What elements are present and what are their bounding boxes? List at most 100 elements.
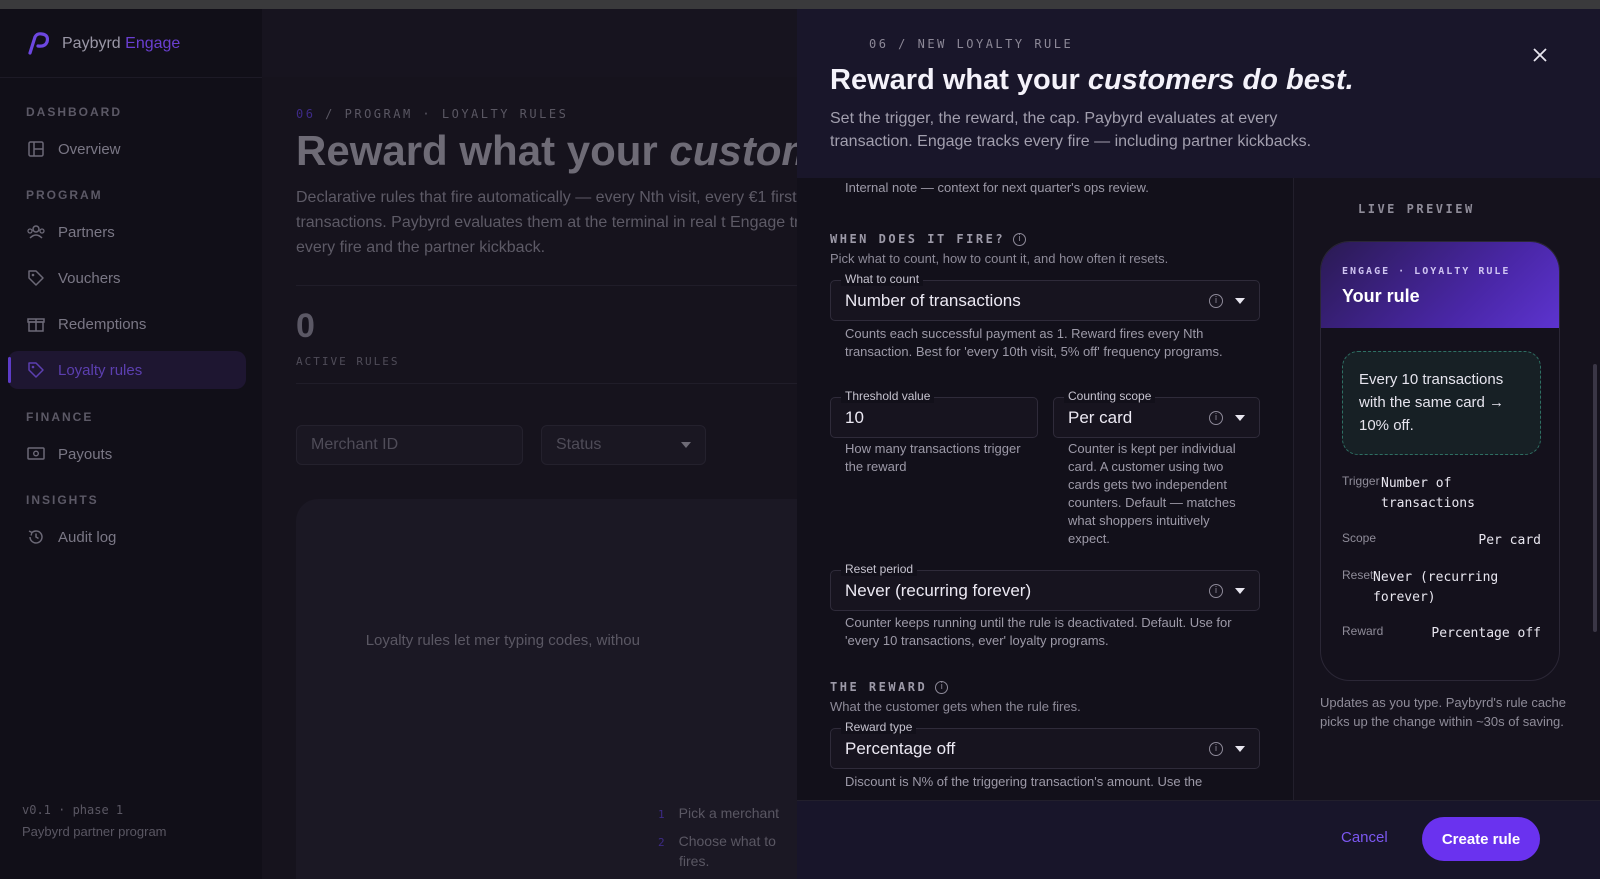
page-title: Reward what your custom [296,127,802,174]
what-to-count-helper: Counts each successful payment as 1. Rew… [845,326,1223,359]
sidebar-item-partners[interactable]: Partners [26,213,246,251]
version-label: v0.1 · phase 1 [22,803,124,817]
live-preview-label: LIVE PREVIEW [1358,202,1475,216]
field-value: Number of transactions [845,290,1021,310]
chevron-down-icon [681,442,691,448]
sidebar-item-audit-log[interactable]: Audit log [26,518,246,556]
preview-row-reset: Reset Never (recurring forever) [1342,568,1541,608]
threshold-helper: How many transactions trigger the reward [845,441,1021,474]
chevron-down-icon [1235,297,1245,304]
sidebar-item-loyalty-rules[interactable]: Loyalty rules [8,351,246,389]
counting-scope-select[interactable]: Counting scope Per card i [1053,389,1260,438]
sidebar-item-redemptions[interactable]: Redemptions [26,305,246,343]
chevron-down-icon [1235,587,1245,594]
preview-eyebrow: ENGAGE · LOYALTY RULE [1342,266,1511,277]
nav-section-finance: FINANCE [26,410,94,424]
divider [296,383,802,384]
sidebar-item-payouts[interactable]: Payouts [26,435,246,473]
info-icon[interactable]: i [1209,741,1223,756]
info-icon[interactable]: i [1209,410,1223,425]
sidebar-item-label: Audit log [58,528,117,546]
preview-summary-card: Every 10 transactions with the same card… [1342,351,1541,455]
preview-row-value: Percentage off [1431,626,1541,641]
empty-step-1: 1 Pick a merchant [658,805,779,821]
field-value: Per card [1068,407,1133,427]
preview-note: Updates as you type. Paybyrd's rule cach… [1320,695,1567,729]
active-rules-count: 0 [296,307,315,345]
info-icon[interactable]: i [1209,293,1223,308]
sidebar-item-overview[interactable]: Overview [26,130,246,168]
page-description: Declarative rules that fire automaticall… [296,189,802,256]
info-icon[interactable]: i [1013,232,1027,246]
sidebar-item-vouchers[interactable]: Vouchers [26,259,246,297]
paybyrd-logo-icon [28,32,50,55]
nav-section-program: PROGRAM [26,188,103,202]
field-label: Reset period [841,562,918,576]
main-content: 06 / PROGRAM · LOYALTY RULES Reward what… [262,77,802,879]
preview-title: Your rule [1342,286,1420,306]
drawer-header: 06 / NEW LOYALTY RULE Reward what your c… [797,9,1600,178]
field-label: Counting scope [1064,389,1156,403]
preview-row-value: Never (recurring forever) [1373,570,1499,605]
live-preview-panel: LIVE PREVIEW ENGAGE · LOYALTY RULE Your … [1293,178,1600,800]
breadcrumb: 06 / PROGRAM · LOYALTY RULES [296,107,569,121]
field-label: Threshold value [841,389,935,403]
drawer-title: Reward what your customers do best. [830,64,1354,96]
preview-row-value: Number of transactions [1381,476,1475,511]
close-icon[interactable] [1527,42,1553,68]
preview-row-key: Reward [1342,624,1384,638]
rule-form: Internal note — context for next quarter… [797,178,1293,800]
drawer-subtitle: Set the trigger, the reward, the cap. Pa… [830,110,1312,150]
field-label: What to count [841,272,924,286]
new-loyalty-rule-drawer: 06 / NEW LOYALTY RULE Reward what your c… [797,9,1600,879]
tag-icon [26,268,46,288]
loyalty-tag-icon [26,360,46,380]
sidebar: Paybyrd Engage DASHBOARD Overview PROGRA… [0,9,262,879]
empty-state-text: Loyalty rules let mer typing codes, with… [365,632,640,649]
info-icon[interactable]: i [1209,583,1223,598]
field-label: Reward type [841,720,917,734]
field-value: Never (recurring forever) [845,580,1032,600]
info-icon[interactable]: i [935,680,949,694]
status-select[interactable]: Status [541,425,706,465]
nav-section-dashboard: DASHBOARD [26,105,122,119]
preview-row-reward: Reward Percentage off [1342,624,1541,644]
what-to-count-select[interactable]: What to count Number of transactions i [830,272,1260,321]
chevron-down-icon [1235,745,1245,752]
internal-note-helper: Internal note — context for next quarter… [845,180,1149,195]
empty-step-2: 2 Choose what to [658,833,776,849]
sidebar-item-label: Overview [58,140,121,158]
gift-icon [26,314,46,334]
phone-preview-header: ENGAGE · LOYALTY RULE Your rule [1321,242,1559,328]
threshold-input[interactable]: Threshold value 10 [830,389,1038,438]
reset-period-select[interactable]: Reset period Never (recurring forever) i [830,562,1260,611]
create-rule-button[interactable]: Create rule [1422,817,1540,861]
sidebar-item-label: Vouchers [58,269,121,287]
active-rules-label: ACTIVE RULES [296,355,400,368]
reward-type-helper: Discount is N% of the triggering transac… [845,774,1203,789]
brand[interactable]: Paybyrd Engage [26,31,180,57]
chevron-down-icon [1235,414,1245,421]
status-select-label: Status [556,436,602,453]
reward-section-desc: What the customer gets when the rule fir… [830,699,1081,714]
nav-section-insights: INSIGHTS [26,493,99,507]
preview-row-value: Per card [1478,533,1541,548]
preview-row-key: Reset [1342,568,1374,582]
program-label: Paybyrd partner program [22,824,167,839]
reward-type-select[interactable]: Reward type Percentage off i [830,720,1260,769]
scrollbar-thumb[interactable] [1593,364,1597,632]
sidebar-item-label: Redemptions [58,315,147,333]
drawer-eyebrow: 06 / NEW LOYALTY RULE [869,37,1074,51]
sidebar-item-label: Payouts [58,445,113,463]
fire-section-desc: Pick what to count, how to count it, and… [830,251,1169,266]
empty-step-2-cont: fires. [679,853,710,869]
merchant-id-input[interactable]: Merchant ID [296,425,523,465]
divider [296,285,802,286]
browser-top-strip [0,0,1600,9]
reset-period-helper: Counter keeps running until the rule is … [845,615,1232,648]
fire-section-title: WHEN DOES IT FIRE? i [830,232,1027,246]
phone-preview: ENGAGE · LOYALTY RULE Your rule Every 10… [1320,241,1560,681]
counting-scope-helper: Counter is kept per individual card. A c… [1068,441,1236,546]
field-value: 10 [845,407,864,427]
cancel-button[interactable]: Cancel [1341,829,1388,846]
